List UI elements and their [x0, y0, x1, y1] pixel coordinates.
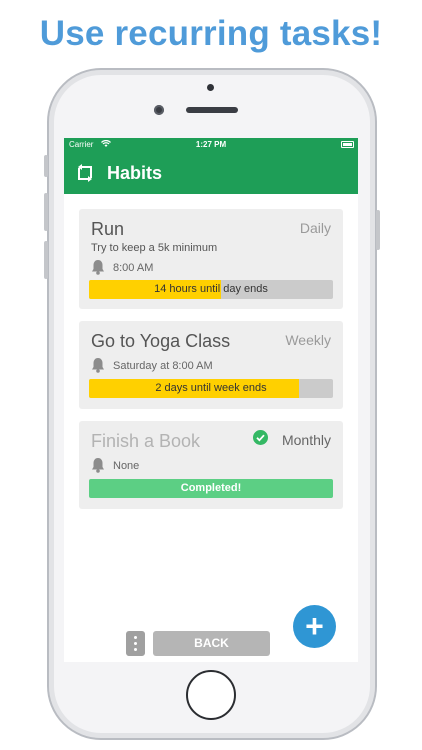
- phone-power-button: [376, 210, 380, 250]
- progress-bar-completed: Completed!: [89, 479, 333, 498]
- progress-bar: 2 days until week ends: [89, 379, 333, 398]
- bell-icon: [92, 358, 104, 373]
- nav-bar: Habits: [64, 152, 358, 194]
- habit-card-book[interactable]: Finish a Book Monthly None Completed!: [79, 421, 343, 509]
- home-button[interactable]: [186, 670, 236, 720]
- front-camera: [154, 105, 164, 115]
- bell-icon: [92, 260, 104, 275]
- more-options-button[interactable]: [126, 631, 145, 656]
- app-screen: Carrier 1:27 PM Habits Run Daily Try to …: [64, 138, 358, 662]
- habit-frequency: Daily: [299, 220, 331, 236]
- habit-frequency: Weekly: [285, 332, 331, 348]
- page-title: Habits: [107, 163, 163, 183]
- headline: Use recurring tasks!: [39, 14, 383, 53]
- progress-text: 2 days until week ends: [155, 382, 267, 394]
- phone-sensor: [207, 84, 214, 91]
- check-icon: [253, 430, 268, 445]
- habit-reminder: Saturday at 8:00 AM: [113, 360, 213, 372]
- back-button[interactable]: BACK: [153, 631, 270, 656]
- phone-volume-up: [44, 193, 48, 231]
- habit-description: Try to keep a 5k minimum: [91, 242, 218, 254]
- bottom-toolbar: BACK: [64, 626, 358, 662]
- progress-text: 14 hours until day ends: [154, 283, 268, 295]
- habit-name: Run: [91, 219, 125, 239]
- habit-frequency: Monthly: [281, 432, 331, 448]
- habit-name: Finish a Book: [91, 431, 201, 451]
- habit-reminder: 8:00 AM: [113, 262, 154, 274]
- progress-bar: 14 hours until day ends: [89, 280, 333, 299]
- earpiece-speaker: [186, 107, 238, 113]
- recurring-icon: [78, 164, 92, 182]
- bell-icon: [92, 458, 104, 473]
- status-bar: Carrier 1:27 PM: [64, 138, 358, 152]
- status-time: 1:27 PM: [195, 140, 227, 149]
- progress-text: Completed!: [180, 482, 242, 494]
- phone-volume-down: [44, 241, 48, 279]
- habit-reminder: None: [113, 460, 140, 472]
- battery-icon: [341, 141, 354, 148]
- phone-mute-switch: [44, 155, 48, 177]
- habit-name: Go to Yoga Class: [91, 331, 231, 351]
- habit-card-yoga[interactable]: Go to Yoga Class Weekly Saturday at 8:00…: [79, 321, 343, 409]
- habit-card-run[interactable]: Run Daily Try to keep a 5k minimum 8:00 …: [79, 209, 343, 309]
